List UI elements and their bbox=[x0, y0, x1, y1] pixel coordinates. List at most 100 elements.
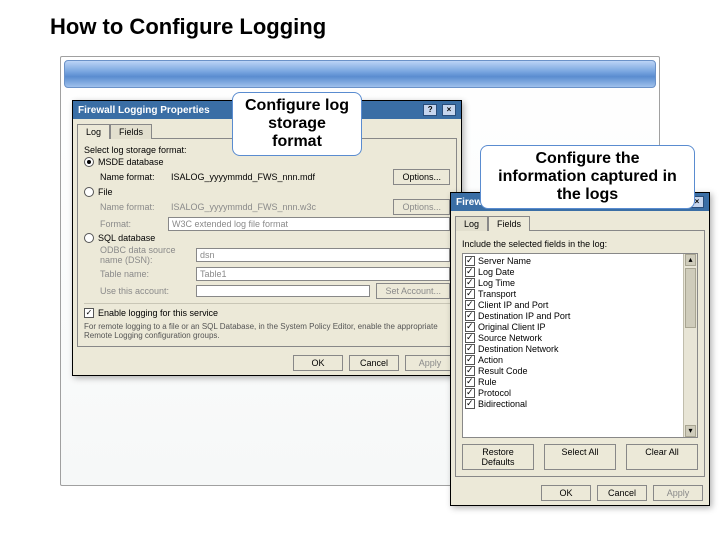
apply-button: Apply bbox=[405, 355, 455, 371]
field-checkbox[interactable] bbox=[465, 278, 475, 288]
field-row[interactable]: Action bbox=[465, 355, 695, 366]
name-format-label-1: Name format: bbox=[100, 172, 162, 182]
dialog1-footer: OK Cancel Apply bbox=[73, 351, 461, 375]
field-label: Source Network bbox=[478, 333, 542, 343]
dsn-input: dsn bbox=[196, 248, 450, 262]
radio-msde-row[interactable]: MSDE database bbox=[84, 157, 450, 167]
field-checkbox[interactable] bbox=[465, 366, 475, 376]
format-select: W3C extended log file format bbox=[168, 217, 450, 231]
annotation-fields-captured: Configure the information captured in th… bbox=[480, 145, 695, 209]
clear-all-button[interactable]: Clear All bbox=[626, 444, 698, 470]
radio-msde-label: MSDE database bbox=[98, 157, 164, 167]
radio-msde[interactable] bbox=[84, 157, 94, 167]
ok-button-2[interactable]: OK bbox=[541, 485, 591, 501]
fields-note: Include the selected fields in the log: bbox=[462, 239, 698, 249]
tab-log-2[interactable]: Log bbox=[455, 216, 488, 231]
radio-file[interactable] bbox=[84, 187, 94, 197]
dsn-label: ODBC data source name (DSN): bbox=[100, 245, 190, 265]
fields-scrollbar[interactable]: ▴ ▾ bbox=[683, 254, 697, 437]
field-label: Bidirectional bbox=[478, 399, 527, 409]
field-checkbox[interactable] bbox=[465, 399, 475, 409]
options-button-2: Options... bbox=[393, 199, 450, 215]
dialog2-footer: OK Cancel Apply bbox=[451, 481, 709, 505]
restore-defaults-button[interactable]: Restore Defaults bbox=[462, 444, 534, 470]
field-row[interactable]: Transport bbox=[465, 289, 695, 300]
dialog1-window-controls: ? × bbox=[421, 104, 456, 116]
field-checkbox[interactable] bbox=[465, 322, 475, 332]
radio-sql-label: SQL database bbox=[98, 233, 155, 243]
format-label: Format: bbox=[100, 219, 162, 229]
dialog1-panel: Select log storage format: MSDE database… bbox=[77, 138, 457, 347]
field-row[interactable]: Rule bbox=[465, 377, 695, 388]
tab-fields[interactable]: Fields bbox=[110, 124, 152, 139]
field-row[interactable]: Log Date bbox=[465, 267, 695, 278]
outer-frame-titlebar bbox=[64, 60, 656, 88]
enable-logging-row[interactable]: ✓ Enable logging for this service bbox=[84, 308, 450, 318]
dialog2-tabs: Log Fields bbox=[455, 215, 705, 230]
field-row[interactable]: Protocol bbox=[465, 388, 695, 399]
field-label: Result Code bbox=[478, 366, 528, 376]
fields-buttons-row: Restore Defaults Select All Clear All bbox=[462, 444, 698, 470]
field-checkbox[interactable] bbox=[465, 267, 475, 277]
field-checkbox[interactable] bbox=[465, 355, 475, 365]
field-checkbox[interactable] bbox=[465, 388, 475, 398]
radio-file-label: File bbox=[98, 187, 113, 197]
radio-file-row[interactable]: File bbox=[84, 187, 450, 197]
field-row[interactable]: Server Name bbox=[465, 256, 695, 267]
field-label: Action bbox=[478, 355, 503, 365]
table-input: Table1 bbox=[196, 267, 450, 281]
help-icon[interactable]: ? bbox=[423, 104, 437, 116]
annotation-storage-format: Configure log storage format bbox=[232, 92, 362, 156]
account-input bbox=[196, 285, 370, 297]
field-label: Transport bbox=[478, 289, 516, 299]
close-icon[interactable]: × bbox=[442, 104, 456, 116]
cancel-button[interactable]: Cancel bbox=[349, 355, 399, 371]
account-label: Use this account: bbox=[100, 286, 190, 296]
enable-logging-label: Enable logging for this service bbox=[98, 308, 218, 318]
options-button-1[interactable]: Options... bbox=[393, 169, 450, 185]
field-checkbox[interactable] bbox=[465, 289, 475, 299]
field-row[interactable]: Result Code bbox=[465, 366, 695, 377]
cancel-button-2[interactable]: Cancel bbox=[597, 485, 647, 501]
table-label: Table name: bbox=[100, 269, 190, 279]
tab-fields-2[interactable]: Fields bbox=[488, 216, 530, 231]
ok-button[interactable]: OK bbox=[293, 355, 343, 371]
field-checkbox[interactable] bbox=[465, 377, 475, 387]
apply-button-2: Apply bbox=[653, 485, 703, 501]
field-checkbox[interactable] bbox=[465, 333, 475, 343]
name-format-value-file: ISALOG_yyyymmdd_FWS_nnn.w3c bbox=[168, 201, 387, 213]
field-label: Original Client IP bbox=[478, 322, 546, 332]
radio-sql[interactable] bbox=[84, 233, 94, 243]
field-row[interactable]: Destination IP and Port bbox=[465, 311, 695, 322]
field-row[interactable]: Destination Network bbox=[465, 344, 695, 355]
field-row[interactable]: Client IP and Port bbox=[465, 300, 695, 311]
field-row[interactable]: Log Time bbox=[465, 278, 695, 289]
field-label: Server Name bbox=[478, 256, 531, 266]
dialog1-title: Firewall Logging Properties bbox=[78, 105, 210, 116]
dialog2-panel: Include the selected fields in the log: … bbox=[455, 230, 705, 477]
field-label: Log Date bbox=[478, 267, 515, 277]
field-label: Log Time bbox=[478, 278, 515, 288]
field-label: Client IP and Port bbox=[478, 300, 548, 310]
set-account-button: Set Account... bbox=[376, 283, 450, 299]
fields-list[interactable]: Server NameLog DateLog TimeTransportClie… bbox=[462, 253, 698, 438]
scroll-up-icon[interactable]: ▴ bbox=[685, 254, 696, 266]
remote-logging-note: For remote logging to a file or an SQL D… bbox=[84, 322, 450, 340]
field-checkbox[interactable] bbox=[465, 311, 475, 321]
radio-sql-row[interactable]: SQL database bbox=[84, 233, 450, 243]
field-row[interactable]: Original Client IP bbox=[465, 322, 695, 333]
field-checkbox[interactable] bbox=[465, 300, 475, 310]
field-checkbox[interactable] bbox=[465, 344, 475, 354]
field-checkbox[interactable] bbox=[465, 256, 475, 266]
field-label: Destination Network bbox=[478, 344, 559, 354]
field-row[interactable]: Source Network bbox=[465, 333, 695, 344]
field-label: Protocol bbox=[478, 388, 511, 398]
scroll-down-icon[interactable]: ▾ bbox=[685, 425, 696, 437]
field-row[interactable]: Bidirectional bbox=[465, 399, 695, 410]
page-title: How to Configure Logging bbox=[50, 14, 326, 40]
tab-log[interactable]: Log bbox=[77, 124, 110, 139]
enable-logging-checkbox[interactable]: ✓ bbox=[84, 308, 94, 318]
scroll-thumb[interactable] bbox=[685, 268, 696, 328]
select-all-button[interactable]: Select All bbox=[544, 444, 616, 470]
name-format-value-msde: ISALOG_yyyymmdd_FWS_nnn.mdf bbox=[168, 171, 387, 183]
